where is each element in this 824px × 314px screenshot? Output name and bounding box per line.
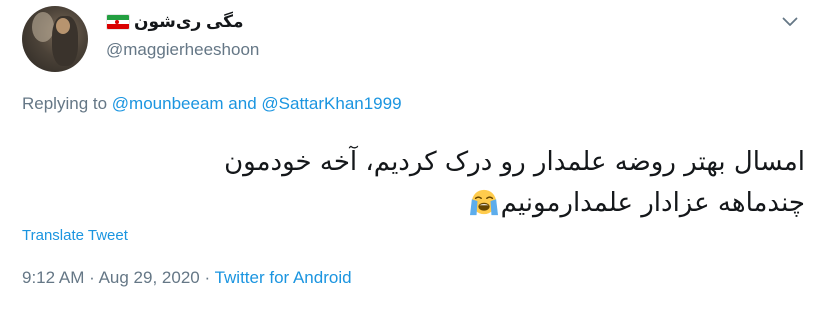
iran-flag-icon (106, 14, 130, 30)
tweet-metadata: 9:12 AM · Aug 29, 2020 · Twitter for And… (22, 268, 352, 288)
mention-conjunction[interactable]: and (228, 94, 256, 113)
meta-separator: · (89, 268, 95, 287)
user-name-row[interactable]: مگی ری‌شون (106, 12, 244, 32)
replying-prefix: Replying to (22, 94, 108, 113)
translate-tweet-link[interactable]: Translate Tweet (22, 227, 128, 244)
tweet-text-line: امسال بهتر روضه علمدار رو درک کردیم، آخه… (224, 147, 805, 177)
tweet-text-line: چندماهه عزادار علمدارمونیم (100, 183, 805, 224)
tweet-time[interactable]: 9:12 AM (22, 268, 84, 287)
tweet-card: مگی ری‌شون @maggierheeshoon Replying to … (0, 0, 824, 314)
tweet-source-link[interactable]: Twitter for Android (215, 268, 352, 287)
mention-link[interactable]: @mounbeeam (112, 94, 224, 113)
tweet-menu-button[interactable] (778, 10, 802, 34)
chevron-down-icon (782, 17, 798, 26)
replying-to: Replying to @mounbeeam and @SattarKhan19… (22, 94, 402, 114)
tweet-text-segment: چندماهه عزادار علمدارمونیم (500, 188, 805, 218)
tweet-date[interactable]: Aug 29, 2020 (99, 268, 200, 287)
user-handle[interactable]: @maggierheeshoon (106, 40, 259, 60)
tweet-text: امسال بهتر روضه علمدار رو درک کردیم، آخه… (100, 142, 805, 224)
loudly-crying-face-icon (469, 189, 498, 216)
avatar[interactable] (22, 6, 88, 72)
mention-link[interactable]: @SattarKhan1999 (261, 94, 401, 113)
display-name[interactable]: مگی ری‌شون (134, 12, 244, 32)
meta-separator: · (204, 268, 211, 287)
